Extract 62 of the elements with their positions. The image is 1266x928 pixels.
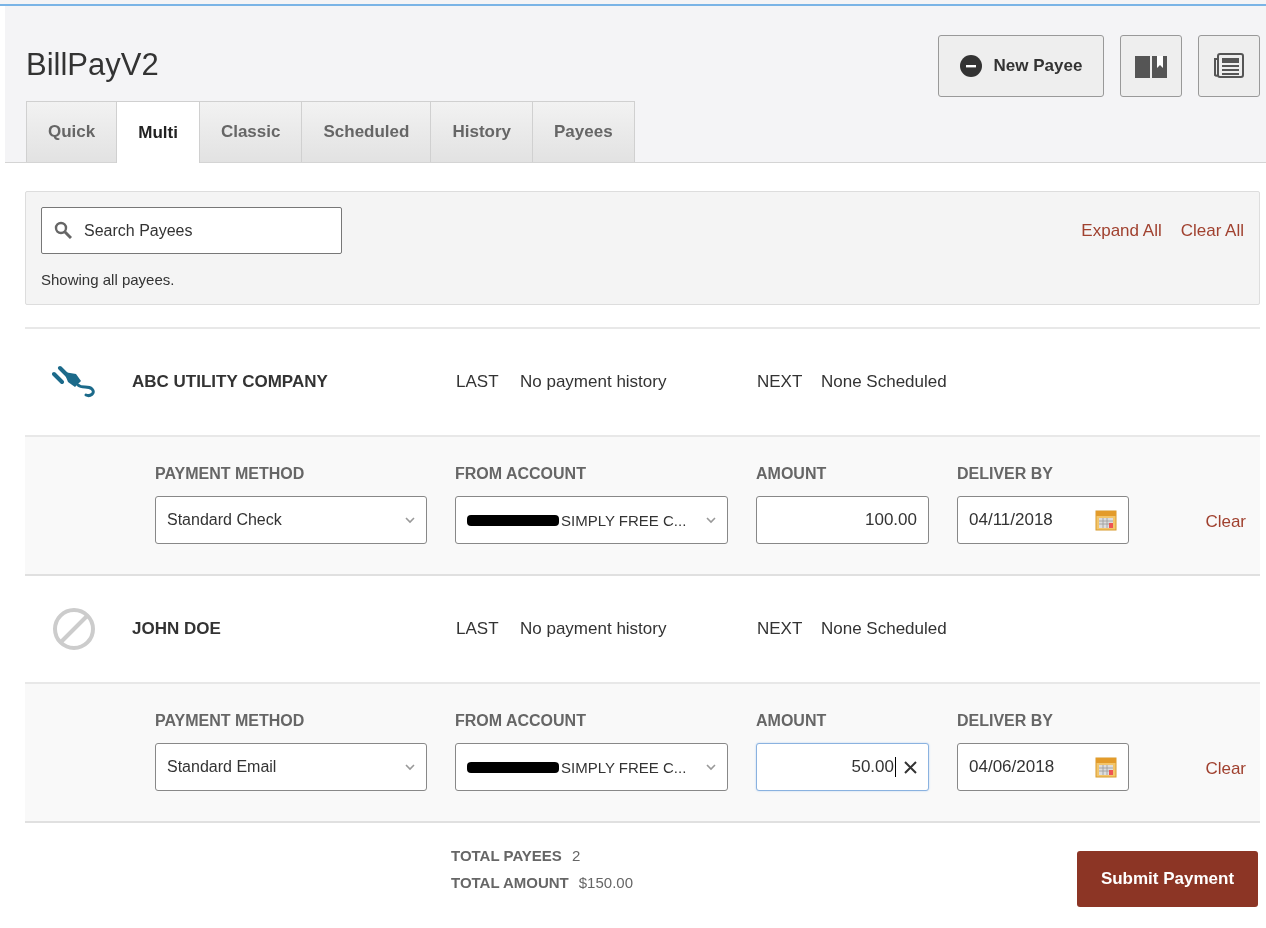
search-icon — [54, 221, 72, 239]
account-text: SIMPLY FREE C... — [561, 758, 687, 776]
chevron-down-icon — [405, 763, 415, 771]
payee-name: ABC UTILITY COMPANY — [132, 372, 329, 392]
submit-payment-button[interactable]: Submit Payment — [1077, 851, 1258, 907]
search-field[interactable]: Search Payees — [41, 207, 342, 254]
amount-field[interactable]: 100.00 — [756, 496, 929, 544]
plug-icon — [52, 365, 98, 399]
newspaper-icon — [1214, 53, 1244, 79]
field-label: FROM ACCOUNT — [455, 465, 587, 483]
chevron-down-icon — [405, 516, 415, 524]
field-label: PAYMENT METHOD — [155, 465, 306, 483]
clear-icon[interactable] — [904, 760, 917, 774]
book-icon — [1134, 53, 1168, 79]
page-title: BillPayV2 — [26, 47, 159, 83]
last-label: LAST — [456, 619, 500, 639]
total-amount-label: TOTAL AMOUNT — [451, 874, 569, 891]
payee-name: JOHN DOE — [132, 619, 222, 639]
account-text: SIMPLY FREE C... — [561, 511, 687, 529]
minus-circle-icon — [959, 55, 982, 77]
next-payment-text: None Scheduled — [821, 372, 947, 392]
field-label: DELIVER BY — [957, 712, 1054, 730]
clear-link[interactable]: Clear — [1205, 759, 1246, 779]
tab[interactable]: Classic — [198, 101, 303, 162]
chevron-down-icon — [706, 516, 716, 524]
tab[interactable]: Payees — [532, 101, 635, 162]
clear-all-link[interactable]: Clear All — [1180, 220, 1244, 241]
field-label: AMOUNT — [756, 712, 828, 730]
payment-method-dropdown[interactable]: Standard Check — [155, 496, 427, 544]
search-status: Showing all payees. — [41, 271, 176, 288]
next-label: NEXT — [757, 372, 804, 392]
amount-field[interactable]: 50.00 — [756, 743, 929, 791]
chevron-down-icon — [706, 763, 716, 771]
field-label: AMOUNT — [756, 465, 828, 483]
next-payment-text: None Scheduled — [821, 619, 947, 639]
total-amount-value: $150.00 — [578, 874, 633, 891]
tab[interactable]: History — [430, 101, 533, 162]
new-payee-button[interactable]: New Payee — [938, 35, 1104, 97]
account-dropdown[interactable]: SIMPLY FREE C... — [455, 743, 728, 791]
expand-all-link[interactable]: Expand All — [1081, 220, 1162, 241]
account-dropdown[interactable]: SIMPLY FREE C... — [455, 496, 728, 544]
calendar-icon[interactable] — [1095, 509, 1117, 531]
clear-link[interactable]: Clear — [1205, 512, 1246, 532]
newspaper-button[interactable] — [1198, 35, 1260, 97]
tab[interactable]: Multi — [116, 101, 200, 163]
payment-method-dropdown[interactable]: Standard Email — [155, 743, 427, 791]
next-label: NEXT — [757, 619, 804, 639]
date-field[interactable]: 04/11/2018 — [957, 496, 1129, 544]
total-payees-value: 2 — [571, 847, 581, 864]
book-button[interactable] — [1120, 35, 1182, 97]
field-label: PAYMENT METHOD — [155, 712, 306, 730]
date-field[interactable]: 04/06/2018 — [957, 743, 1129, 791]
last-payment-text: No payment history — [520, 619, 667, 639]
field-label: DELIVER BY — [957, 465, 1054, 483]
last-payment-text: No payment history — [520, 372, 667, 392]
calendar-icon[interactable] — [1095, 756, 1117, 778]
last-label: LAST — [456, 372, 500, 392]
tab[interactable]: Scheduled — [301, 101, 432, 162]
no-entry-icon — [52, 607, 96, 651]
field-label: FROM ACCOUNT — [455, 712, 587, 730]
tab[interactable]: Quick — [26, 101, 118, 162]
total-payees-label: TOTAL PAYEES — [451, 847, 562, 864]
